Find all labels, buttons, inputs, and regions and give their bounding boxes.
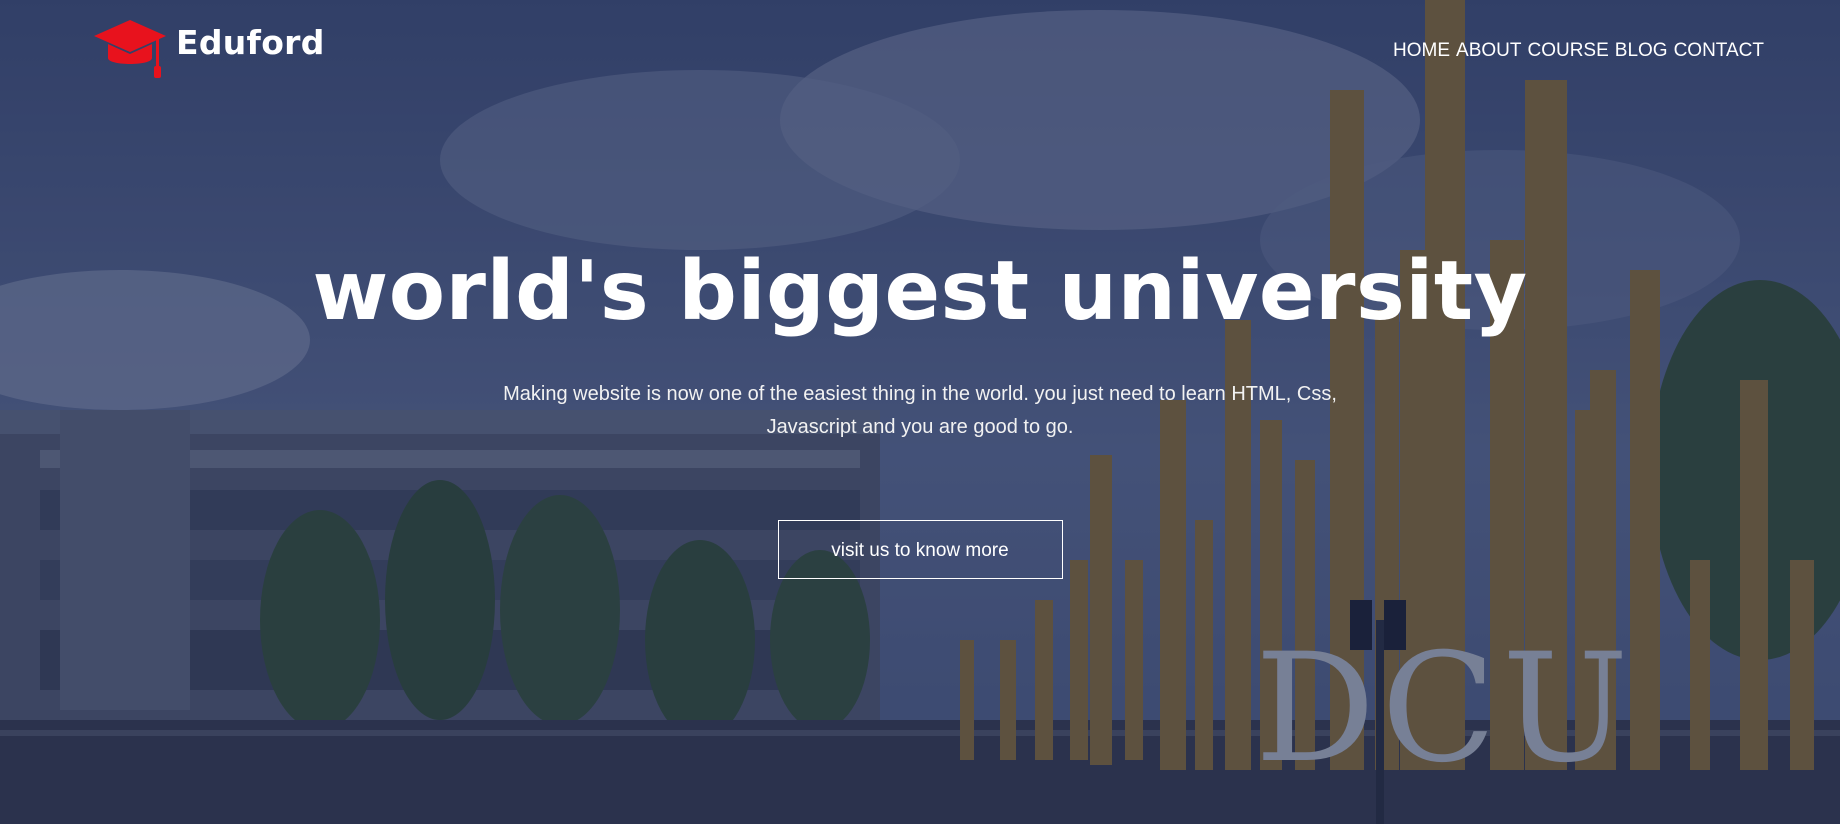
nav-link-contact[interactable]: CONTACT [1674, 40, 1764, 62]
nav-link-about[interactable]: ABOUT [1456, 40, 1521, 62]
nav-link-blog[interactable]: BLOG [1615, 40, 1668, 62]
hero-section: DCU Eduford HOME ABOUT COURSE BLOG CONTA… [0, 0, 1840, 824]
brand-name: Eduford [176, 22, 325, 62]
navbar: Eduford HOME ABOUT COURSE BLOG CONTACT [0, 0, 1840, 100]
nav-link-home[interactable]: HOME [1393, 40, 1450, 62]
brand-logo[interactable]: Eduford [94, 18, 325, 80]
visit-us-button[interactable]: visit us to know more [777, 520, 1063, 579]
nav-link-course[interactable]: COURSE [1527, 40, 1608, 62]
graduation-cap-icon [94, 20, 166, 78]
hero-headline: world's biggest university [312, 244, 1528, 339]
nav-menu: HOME ABOUT COURSE BLOG CONTACT [1393, 40, 1764, 62]
hero-subtext: Making website is now one of the easiest… [503, 383, 1337, 438]
hero-content: world's biggest university Making websit… [0, 240, 1840, 579]
